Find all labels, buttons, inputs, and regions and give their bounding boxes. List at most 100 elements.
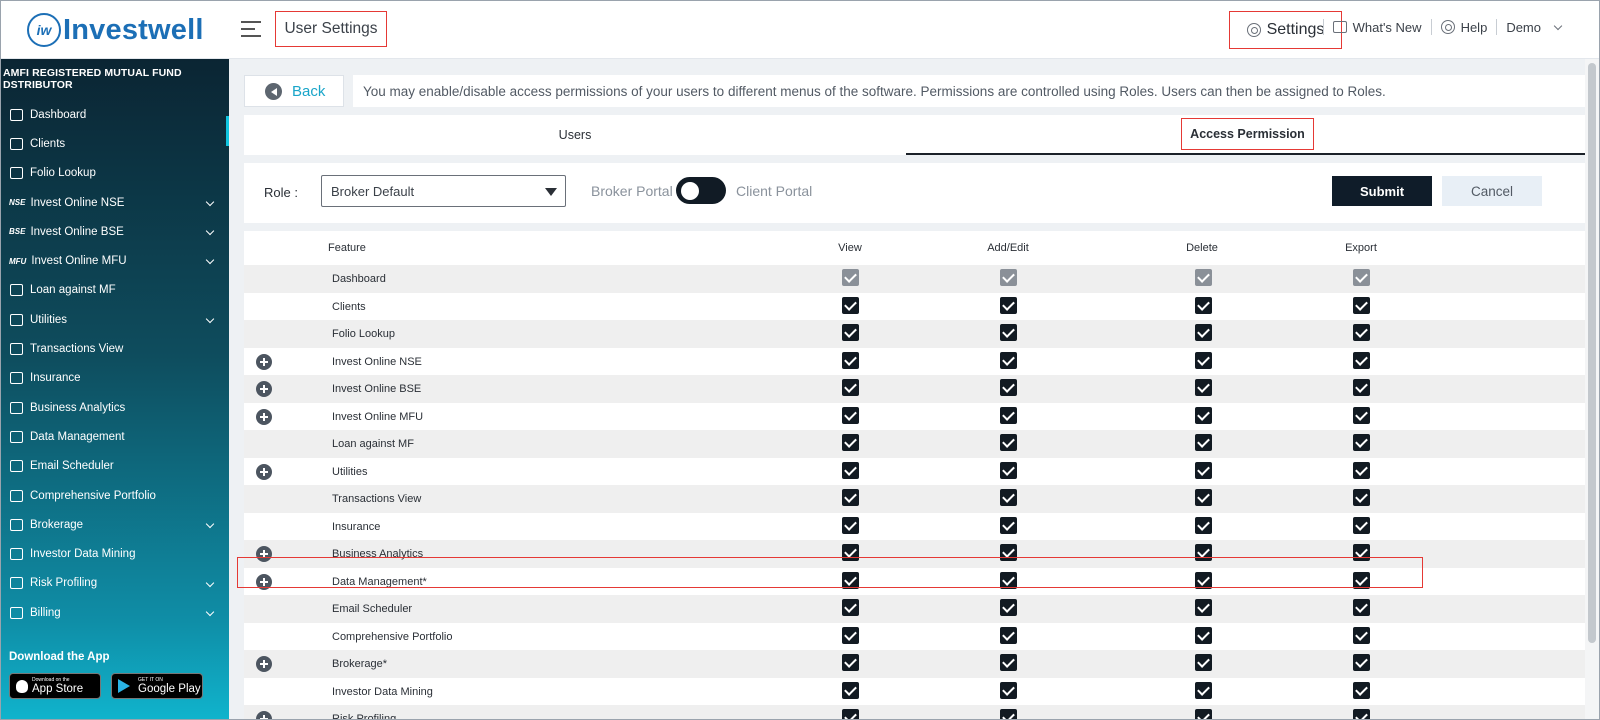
checkbox-view[interactable]: [842, 296, 859, 314]
sidebar-item[interactable]: Insurance: [1, 364, 229, 393]
checkbox-add-edit[interactable]: [1000, 324, 1017, 341]
expand-plus-icon[interactable]: [256, 573, 272, 590]
tab-users[interactable]: Users: [244, 115, 906, 155]
checkbox-export[interactable]: [1353, 351, 1370, 369]
checkbox-delete[interactable]: [1195, 599, 1212, 616]
checkbox-add-edit[interactable]: [1000, 461, 1017, 479]
checkbox-export[interactable]: [1353, 681, 1370, 699]
checkbox-view[interactable]: [842, 571, 859, 589]
sidebar-item[interactable]: Dashboard: [1, 100, 229, 129]
scrollbar[interactable]: [1585, 59, 1599, 719]
chevron-down-icon[interactable]: [205, 578, 215, 587]
sidebar-item[interactable]: Utilities: [1, 305, 229, 334]
portal-toggle[interactable]: [676, 177, 726, 204]
sidebar-item[interactable]: Folio Lookup: [1, 159, 229, 188]
expand-plus-icon[interactable]: [256, 353, 272, 370]
whats-new-link[interactable]: What's New: [1324, 20, 1431, 35]
checkbox-add-edit[interactable]: [1000, 434, 1017, 451]
checkbox-view[interactable]: [842, 599, 859, 616]
checkbox-delete[interactable]: [1195, 544, 1212, 561]
expand-plus-icon[interactable]: [256, 381, 272, 397]
scroll-thumb[interactable]: [1588, 63, 1596, 643]
checkbox-view[interactable]: [842, 681, 859, 699]
expand-plus-icon[interactable]: [256, 546, 272, 562]
checkbox-add-edit[interactable]: [1000, 626, 1017, 644]
sidebar-item[interactable]: MFU Invest Online MFU: [1, 246, 229, 275]
checkbox-delete[interactable]: [1195, 324, 1212, 341]
checkbox-delete[interactable]: [1195, 489, 1212, 506]
sidebar-item[interactable]: Risk Profiling: [1, 569, 229, 598]
checkbox-add-edit[interactable]: [1000, 681, 1017, 699]
checkbox-delete[interactable]: [1195, 406, 1212, 424]
checkbox-export[interactable]: [1353, 599, 1370, 616]
checkbox-add-edit[interactable]: [1000, 351, 1017, 369]
sidebar-item[interactable]: Loan against MF: [1, 276, 229, 305]
role-select[interactable]: Broker Default: [321, 175, 566, 207]
expand-plus-icon[interactable]: [256, 711, 272, 719]
chevron-down-icon[interactable]: [205, 226, 215, 236]
checkbox-view[interactable]: [842, 324, 859, 341]
checkbox-export[interactable]: [1353, 544, 1370, 561]
checkbox-export[interactable]: [1353, 654, 1370, 671]
sidebar-item[interactable]: Business Analytics: [1, 393, 229, 422]
checkbox-add-edit[interactable]: [1000, 544, 1017, 561]
sidebar-item[interactable]: Data Management: [1, 422, 229, 451]
checkbox-add-edit[interactable]: [1000, 516, 1017, 534]
expand-plus-icon[interactable]: [256, 408, 272, 425]
help-link[interactable]: Help: [1432, 20, 1497, 35]
brand-logo[interactable]: iw Investwell: [27, 13, 204, 47]
sidebar-item[interactable]: Billing: [1, 598, 229, 627]
user-menu[interactable]: Demo: [1497, 20, 1599, 35]
checkbox-view[interactable]: [842, 461, 859, 479]
checkbox-add-edit[interactable]: [1000, 654, 1017, 671]
checkbox-export[interactable]: [1353, 434, 1370, 451]
checkbox-view[interactable]: [842, 351, 859, 369]
checkbox-delete[interactable]: [1195, 296, 1212, 314]
checkbox-add-edit[interactable]: [1000, 709, 1017, 719]
checkbox-delete[interactable]: [1195, 379, 1212, 396]
checkbox-export[interactable]: [1353, 626, 1370, 644]
checkbox-export[interactable]: [1353, 461, 1370, 479]
expand-plus-icon[interactable]: [256, 463, 272, 480]
submit-button[interactable]: Submit: [1332, 176, 1432, 206]
checkbox-view[interactable]: [842, 709, 859, 719]
tab-access-permission[interactable]: Access Permission: [906, 115, 1589, 155]
checkbox-add-edit[interactable]: [1000, 599, 1017, 616]
checkbox-view[interactable]: [842, 544, 859, 561]
cancel-button[interactable]: Cancel: [1442, 176, 1542, 206]
sidebar-item[interactable]: Clients: [1, 129, 229, 158]
chevron-down-icon[interactable]: [205, 607, 215, 617]
checkbox-delete[interactable]: [1195, 571, 1212, 589]
checkbox-export[interactable]: [1353, 324, 1370, 341]
checkbox-export[interactable]: [1353, 489, 1370, 506]
sidebar-item[interactable]: NSE Invest Online NSE: [1, 188, 229, 217]
checkbox-delete[interactable]: [1195, 626, 1212, 644]
checkbox-export[interactable]: [1353, 296, 1370, 314]
back-button[interactable]: Back: [244, 75, 344, 107]
checkbox-view[interactable]: [842, 489, 859, 506]
checkbox-delete[interactable]: [1195, 654, 1212, 671]
sidebar-item[interactable]: BSE Invest Online BSE: [1, 217, 229, 246]
checkbox-add-edit[interactable]: [1000, 379, 1017, 396]
expand-plus-icon[interactable]: [256, 656, 272, 672]
checkbox-view[interactable]: [842, 434, 859, 451]
checkbox-view[interactable]: [842, 626, 859, 644]
chevron-down-icon[interactable]: [205, 314, 215, 324]
checkbox-view[interactable]: [842, 516, 859, 534]
checkbox-view[interactable]: [842, 654, 859, 671]
checkbox-delete[interactable]: [1195, 461, 1212, 479]
checkbox-export[interactable]: [1353, 709, 1370, 719]
checkbox-delete[interactable]: [1195, 434, 1212, 451]
checkbox-view[interactable]: [842, 406, 859, 424]
chevron-down-icon[interactable]: [205, 256, 215, 265]
sidebar-item[interactable]: Comprehensive Portfolio: [1, 481, 229, 510]
checkbox-add-edit[interactable]: [1000, 406, 1017, 424]
google-play-button[interactable]: GET IT ON Google Play: [111, 673, 203, 699]
checkbox-delete[interactable]: [1195, 351, 1212, 369]
checkbox-export[interactable]: [1353, 516, 1370, 534]
checkbox-add-edit[interactable]: [1000, 571, 1017, 589]
app-store-button[interactable]: Download on the App Store: [9, 673, 101, 699]
sidebar-item[interactable]: Email Scheduler: [1, 452, 229, 481]
checkbox-delete[interactable]: [1195, 709, 1212, 719]
checkbox-delete[interactable]: [1195, 681, 1212, 699]
